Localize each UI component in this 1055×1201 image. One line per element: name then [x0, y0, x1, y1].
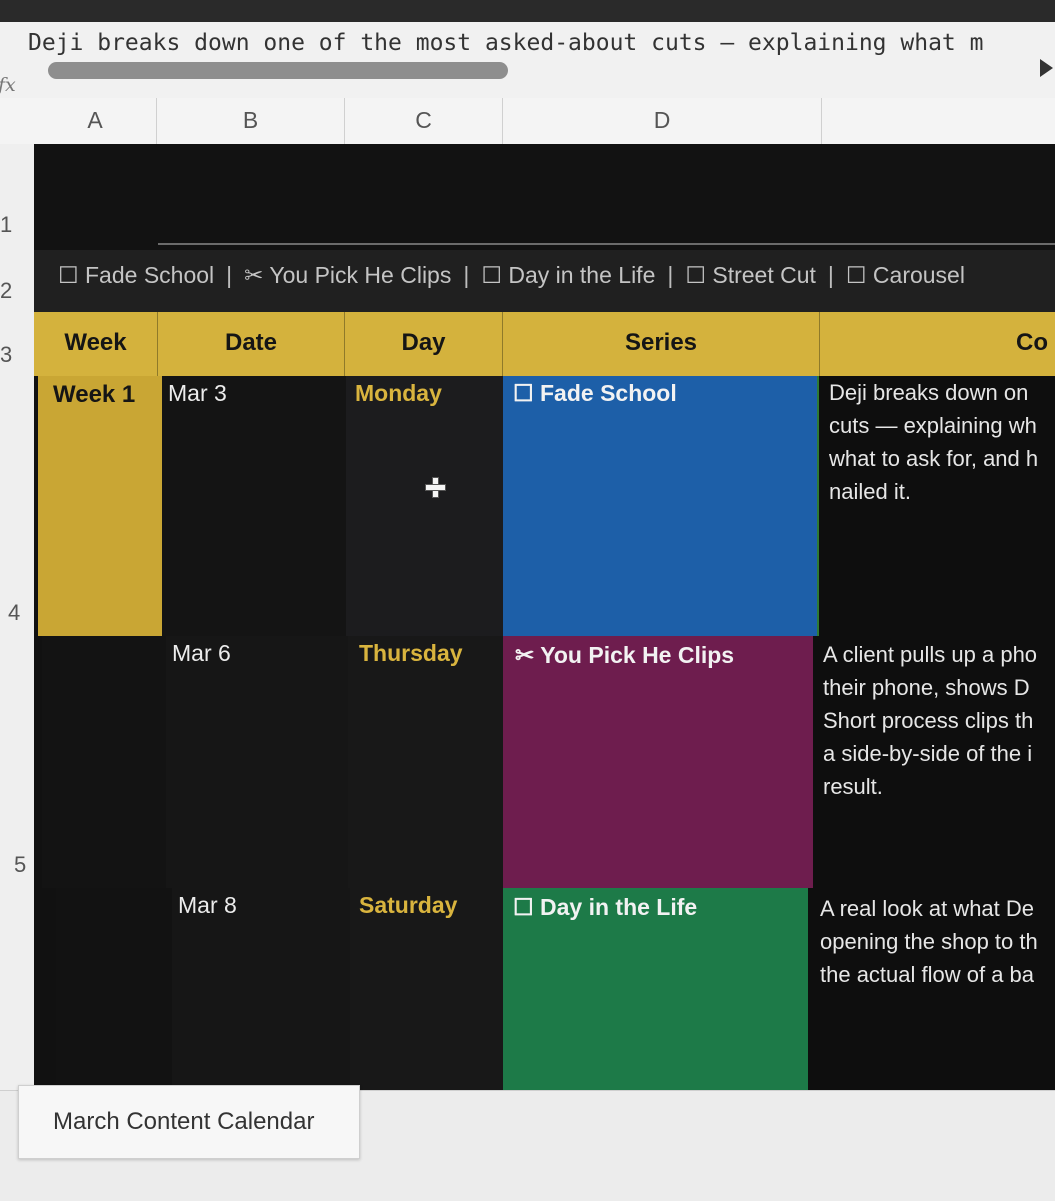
content-cell[interactable]: Deji breaks down on cuts — explaining wh… — [817, 376, 1055, 636]
date-cell[interactable]: Mar 6 — [166, 636, 348, 888]
monitor-bezel — [0, 0, 1055, 22]
sheet-tab-march-content-calendar[interactable]: March Content Calendar — [18, 1085, 360, 1159]
column-header-e[interactable] — [822, 98, 1055, 144]
week-label: Week 1 — [53, 381, 136, 408]
header-day[interactable]: Day — [345, 312, 503, 376]
series-cell[interactable]: ☐ Day in the Life — [503, 888, 808, 1090]
series-label: ☐ Fade School — [513, 380, 677, 406]
series-label: ✂ You Pick He Clips — [515, 642, 735, 668]
week-cell[interactable] — [56, 888, 172, 1090]
legend-item-fade-school: ☐ Fade School — [58, 262, 215, 288]
crosshair-cursor-icon — [425, 477, 446, 498]
date-cell[interactable]: Mar 3 — [162, 376, 346, 636]
row-header-3[interactable]: 3 — [0, 342, 12, 368]
week-cell[interactable]: Week 1 — [38, 376, 162, 636]
fx-icon: fx — [0, 74, 16, 96]
row-header-1[interactable]: 1 — [0, 212, 12, 238]
legend-item-day-in-the-life: ☐ Day in the Life — [481, 262, 656, 288]
day-cell[interactable]: Saturday — [350, 888, 503, 1090]
legend-item-you-pick-he-clips: ✂ You Pick He Clips — [244, 262, 452, 288]
day-cell[interactable]: Thursday — [348, 636, 503, 888]
column-header-row: A B C D — [0, 98, 1055, 145]
scroll-right-arrow-icon[interactable] — [1040, 59, 1053, 77]
formula-scrollbar-thumb[interactable] — [48, 62, 508, 79]
day-label: Monday — [355, 380, 442, 406]
formula-bar[interactable]: fx Deji breaks down one of the most aske… — [0, 22, 1055, 99]
column-header-a[interactable]: A — [34, 98, 157, 144]
row-header-2[interactable]: 2 — [0, 278, 12, 304]
row-header-5[interactable]: 5 — [14, 852, 26, 878]
row-header-4[interactable]: 4 — [8, 600, 20, 626]
content-description: A real look at what De opening the shop … — [820, 896, 1038, 987]
column-header-c[interactable]: C — [345, 98, 503, 144]
series-label: ☐ Day in the Life — [513, 894, 698, 920]
column-header-d[interactable]: D — [503, 98, 822, 144]
header-date[interactable]: Date — [158, 312, 345, 376]
spreadsheet-grid[interactable]: ☐ Fade School | ✂ You Pick He Clips | ☐ Day … — [34, 144, 1055, 1090]
series-cell[interactable]: ☐ Fade School — [503, 376, 817, 636]
title-underline — [158, 243, 1055, 245]
column-header-b[interactable]: B — [157, 98, 345, 144]
legend-item-carousel: ☐ Carousel — [845, 262, 965, 288]
title-row[interactable] — [34, 144, 1055, 250]
content-description: Deji breaks down on cuts — explaining wh… — [829, 380, 1039, 504]
legend-item-street-cut: ☐ Street Cut — [685, 262, 816, 288]
date-label: Mar 3 — [168, 380, 227, 406]
header-series[interactable]: Series — [503, 312, 820, 376]
formula-input[interactable]: Deji breaks down one of the most asked-a… — [28, 30, 1038, 56]
content-cell[interactable]: A real look at what De opening the shop … — [808, 888, 1055, 1090]
date-label: Mar 8 — [178, 892, 237, 918]
day-label: Thursday — [359, 640, 463, 666]
row-header-gutter: 1 2 3 4 5 — [0, 144, 35, 1100]
day-cell[interactable]: Monday — [346, 376, 503, 636]
date-label: Mar 6 — [172, 640, 231, 666]
day-label: Saturday — [359, 892, 458, 918]
week-cell[interactable] — [42, 636, 166, 888]
series-cell[interactable]: ✂ You Pick He Clips — [503, 636, 813, 888]
header-week[interactable]: Week — [34, 312, 158, 376]
content-description: A client pulls up a pho their phone, sho… — [823, 642, 1038, 799]
header-content[interactable]: Co — [820, 312, 1055, 376]
series-legend: ☐ Fade School | ✂ You Pick He Clips | ☐ Day … — [58, 262, 965, 288]
sheet-tab-label: March Content Calendar — [53, 1108, 315, 1135]
date-cell[interactable]: Mar 8 — [172, 888, 350, 1090]
content-cell[interactable]: A client pulls up a pho their phone, sho… — [813, 636, 1055, 888]
